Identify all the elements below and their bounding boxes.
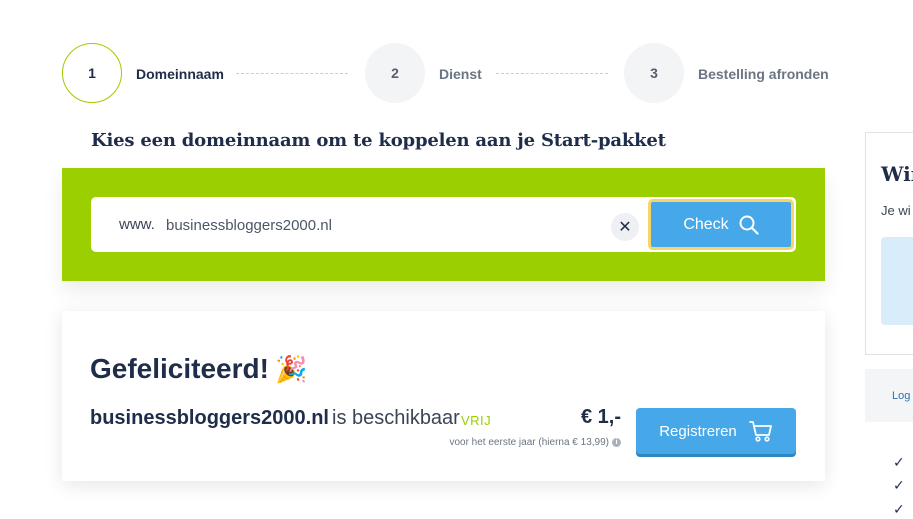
congrats-text: Gefeliciteerd! (90, 353, 269, 384)
congrats-title: Gefeliciteerd! 🎉 (90, 353, 307, 385)
availability-status: is beschikbaar (332, 407, 460, 429)
step-1-label[interactable]: Domeinnaam (136, 66, 224, 82)
domain-search-panel: www. ✕ Check (62, 168, 825, 281)
www-prefix: www. (119, 216, 155, 233)
domain-search-box: www. ✕ Check (91, 197, 796, 252)
step-2-number: 2 (391, 65, 399, 81)
price-note-text: voor het eerste jaar (hierna € 13,99) (449, 437, 609, 448)
step-2-circle[interactable]: 2 (365, 43, 425, 103)
domain-result-card: Gefeliciteerd! 🎉 businessbloggers2000.nl… (62, 311, 825, 481)
step-connector-1 (236, 73, 348, 74)
side-panel-block[interactable] (881, 237, 913, 325)
side-login-box[interactable]: Log (865, 369, 913, 422)
side-panel-text: Je wi (881, 203, 911, 218)
step-1-number: 1 (88, 65, 96, 81)
step-2-label[interactable]: Dienst (439, 66, 482, 82)
domain-price: € 1,- (580, 406, 621, 428)
step-1-circle[interactable]: 1 (62, 43, 122, 103)
check-button-label: Check (683, 215, 729, 233)
price-note: voor het eerste jaar (hierna € 13,99) i (449, 437, 621, 448)
step-connector-2 (496, 73, 608, 74)
clear-search-button[interactable]: ✕ (611, 213, 639, 241)
info-icon[interactable]: i (612, 438, 621, 447)
checkmark-icon: ✓ (893, 477, 905, 493)
step-3-circle[interactable]: 3 (624, 43, 684, 103)
cart-icon (748, 421, 772, 442)
search-icon (739, 215, 759, 235)
check-button[interactable]: Check (648, 199, 794, 250)
step-3-number: 3 (650, 65, 658, 81)
page-heading: Kies een domeinnaam om te koppelen aan j… (91, 130, 666, 151)
result-domain-name: businessbloggers2000.nl (90, 407, 329, 429)
side-panel: Win Je wi (865, 132, 913, 355)
checkmark-icon: ✓ (893, 454, 905, 470)
close-icon: ✕ (618, 219, 632, 236)
checkmark-icon: ✓ (893, 501, 905, 517)
side-panel-title: Win (881, 162, 913, 186)
domain-search-input[interactable] (166, 208, 596, 242)
party-popper-icon: 🎉 (274, 353, 308, 384)
login-link[interactable]: Log (892, 390, 910, 402)
register-button[interactable]: Registreren (636, 408, 796, 454)
step-3-label[interactable]: Bestelling afronden (698, 66, 829, 82)
free-badge: VRIJ (461, 413, 492, 428)
register-button-label: Registreren (659, 422, 737, 440)
